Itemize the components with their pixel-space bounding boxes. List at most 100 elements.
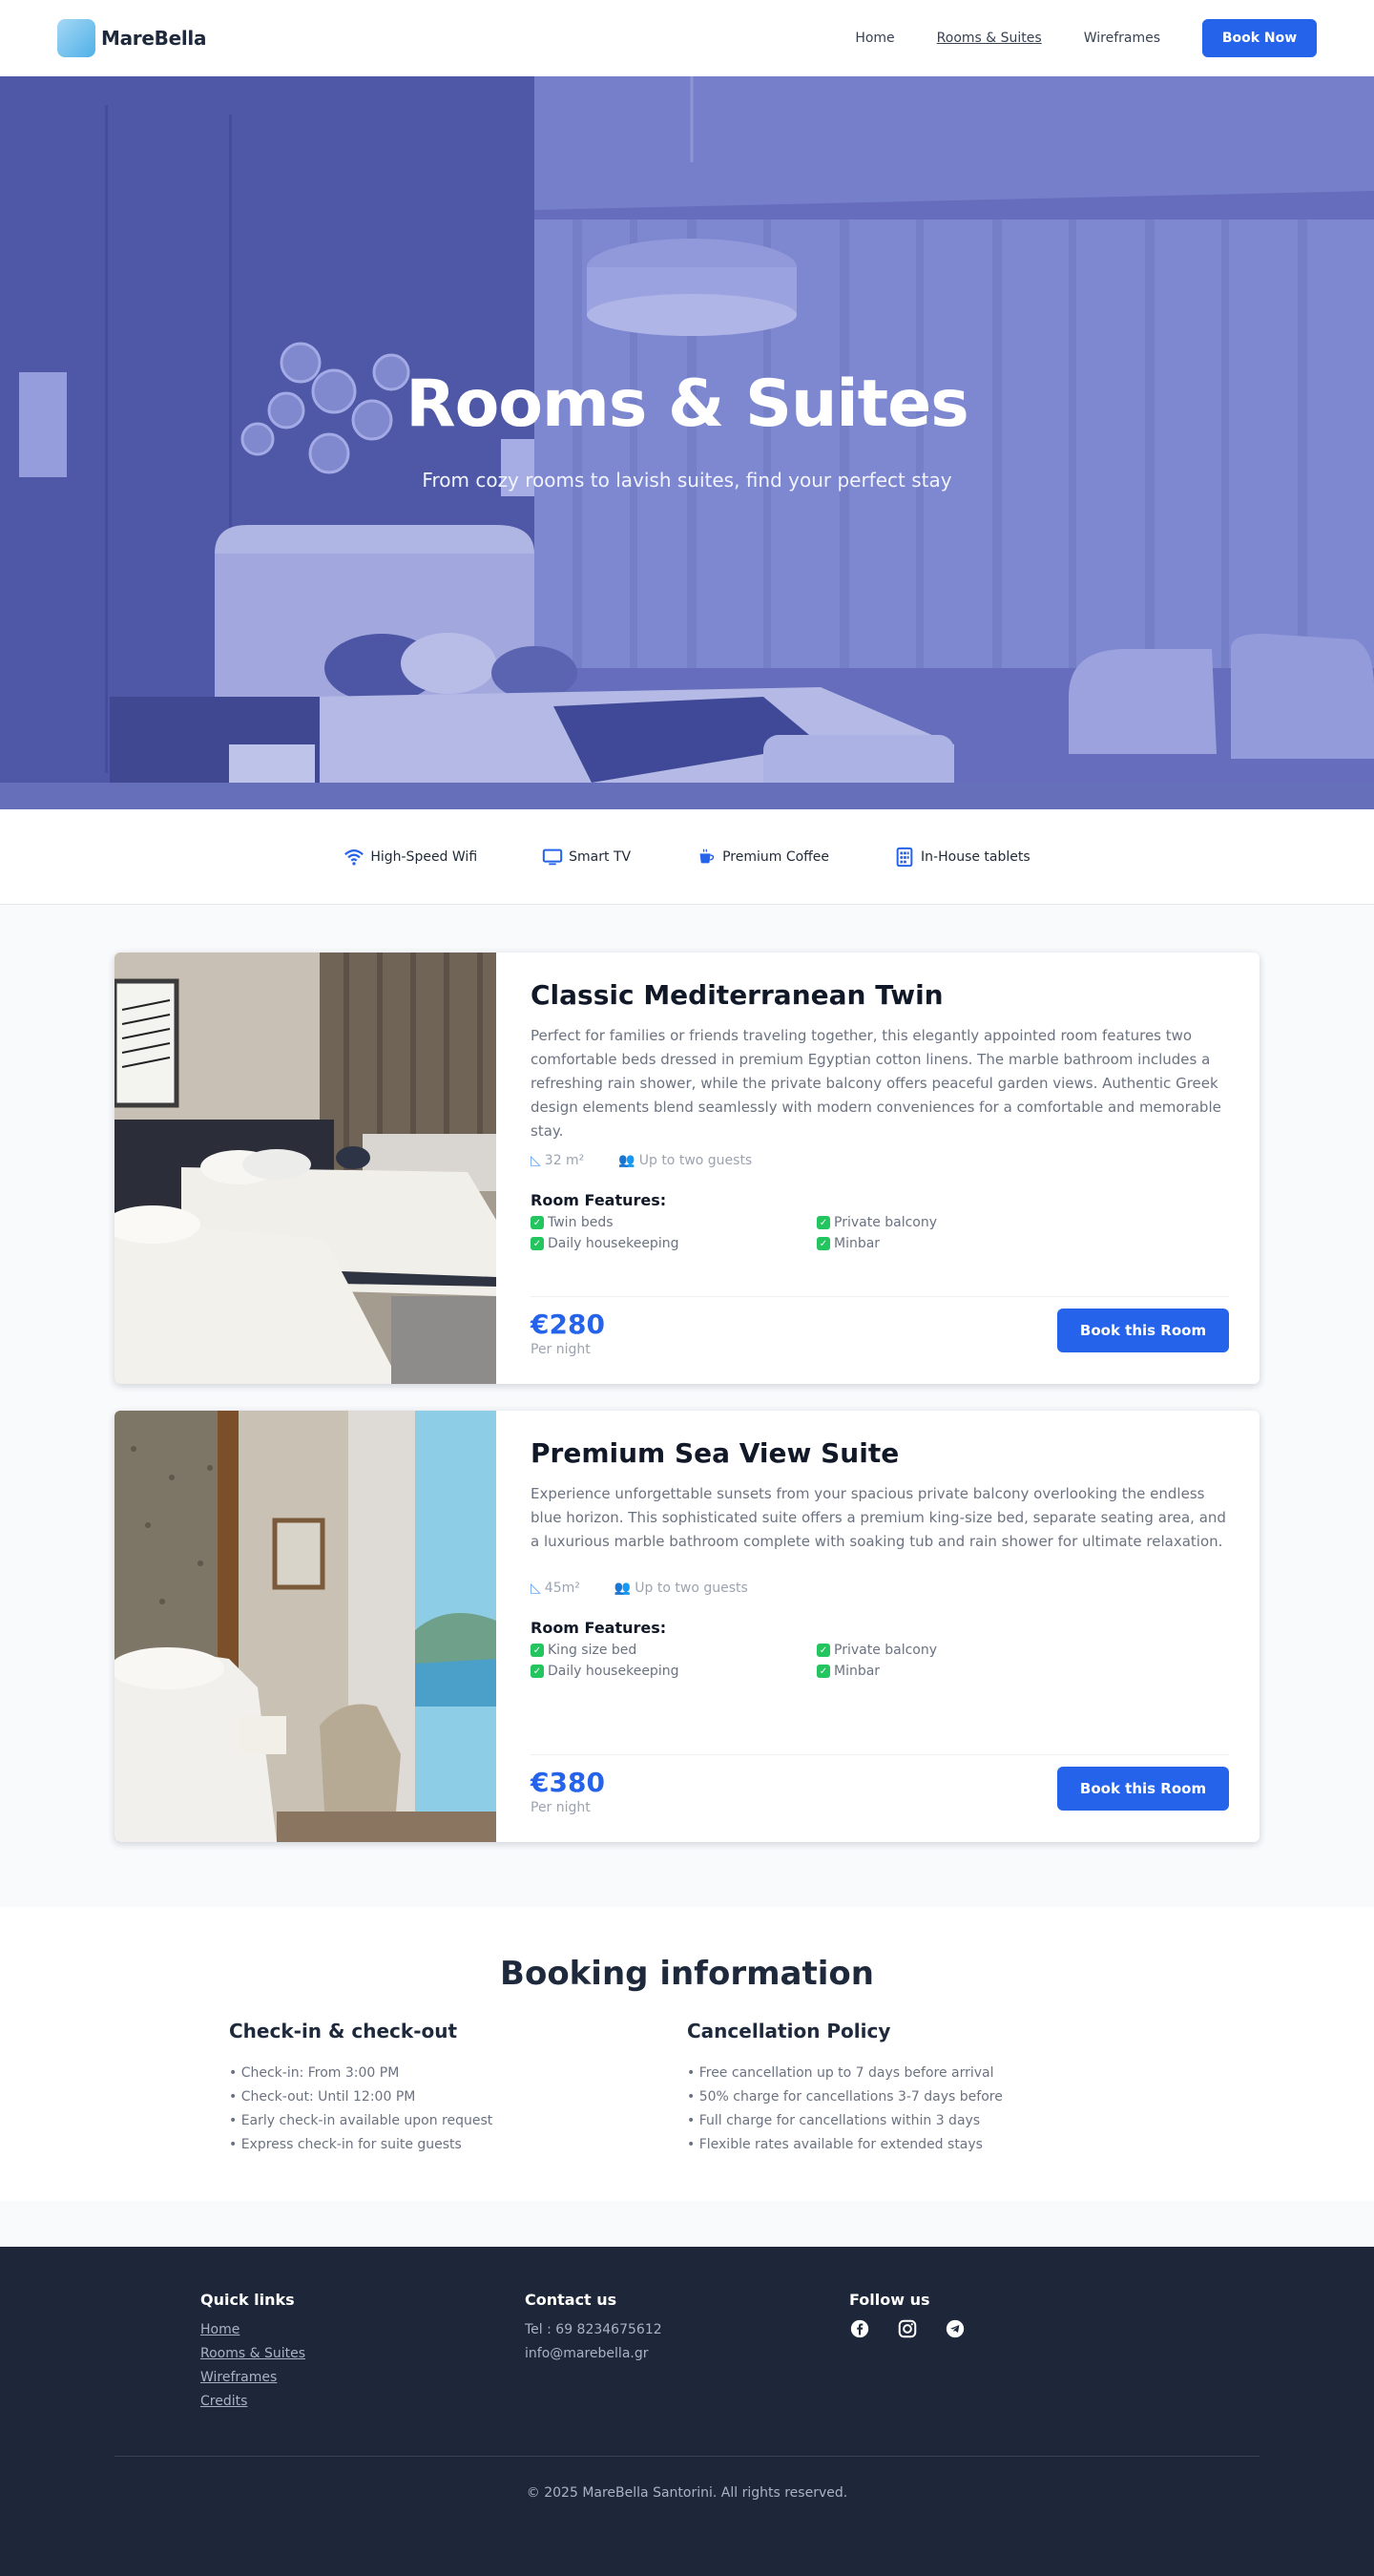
room-meta: ◺ 45m² 👥 Up to two guests [531,1581,1229,1596]
logo-icon [57,19,95,57]
feature-label: King size bed [548,1643,637,1658]
ruler-icon: ◺ [531,1153,541,1168]
footer-link-wireframes[interactable]: Wireframes [200,2366,525,2390]
check-icon: ✓ [531,1644,544,1657]
quick-links-title: Quick links [200,2291,295,2309]
check-icon: ✓ [531,1237,544,1250]
brand-name: MareBella [101,27,207,50]
book-room-button[interactable]: Book this Room [1057,1309,1229,1352]
contact-us: Contact us Tel : 69 8234675612 info@mare… [525,2291,849,2414]
room-description: Experience unforgettable sunsets from yo… [531,1485,1226,1550]
site-footer: Quick links Home Rooms & Suites Wirefram… [0,2247,1374,2576]
feature-label: Twin beds [548,1215,614,1230]
amenity-label: Smart TV [569,848,632,865]
feature-label: Minbar [834,1664,881,1679]
footer-link-rooms[interactable]: Rooms & Suites [200,2342,525,2366]
room-price: €380 [531,1767,605,1798]
features-title: Room Features: [531,1191,667,1209]
quick-links: Quick links Home Rooms & Suites Wirefram… [200,2291,525,2414]
list-item: • Express check-in for suite guests [229,2137,462,2152]
amenity-tv: Smart TV [542,847,631,868]
room-title: Classic Mediterranean Twin [531,979,944,1011]
hero-subtitle: From cozy rooms to lavish suites, find y… [422,468,952,492]
room-card-sea-view-suite: Premium Sea View Suite Experience unforg… [114,1411,1260,1842]
list-item: • Flexible rates available for extended … [687,2137,983,2152]
nav-home[interactable]: Home [855,31,894,46]
main-nav: Home Rooms & Suites Wireframes Book Now [855,19,1317,57]
list-item: • 50% charge for cancellations 3-7 days … [687,2089,1003,2105]
facebook-icon[interactable] [849,2318,870,2339]
suite-room-photo [114,1411,496,1842]
feature-label: Daily housekeeping [548,1236,679,1251]
telegram-icon[interactable] [945,2318,966,2339]
room-description: Perfect for families or friends travelin… [531,1027,1221,1140]
nav-wireframes[interactable]: Wireframes [1084,31,1160,46]
features-title: Room Features: [531,1619,667,1637]
room-footer: €380 Per night Book this Room [531,1754,1229,1815]
guests-icon: 👥 [614,1581,632,1596]
instagram-icon[interactable] [897,2318,918,2339]
amenity-wifi: High-Speed Wifi [344,847,477,868]
feature-label: Daily housekeeping [548,1664,679,1679]
room-size: 32 m² [544,1153,585,1168]
amenity-coffee: Premium Coffee [696,847,829,868]
feature-label: Private balcony [834,1643,938,1658]
copyright: © 2025 MareBella Santorini. All rights r… [526,2485,848,2501]
footer-link-home[interactable]: Home [200,2318,525,2342]
check-icon: ✓ [531,1216,544,1229]
features-list: ✓ King size bed ✓ Private balcony ✓ Daily h… [531,1643,1229,1679]
wifi-icon [344,848,364,866]
tablet-icon [896,847,913,867]
amenities-bar: High-Speed Wifi Smart TV Premium Coffee … [0,809,1374,905]
room-guests: Up to two guests [635,1581,748,1596]
logo[interactable]: MareBella [57,19,206,57]
room-title: Premium Sea View Suite [531,1437,900,1469]
room-size: 45m² [544,1581,580,1596]
follow-title: Follow us [849,2291,930,2309]
booking-title: Booking information [500,1955,874,1993]
list-item: • Free cancellation up to 7 days before … [687,2065,994,2081]
booking-info: Booking information Check-in & check-out… [0,1907,1374,2201]
guests-icon: 👥 [618,1153,635,1168]
rooms-list: Classic Mediterranean Twin Perfect for f… [0,905,1374,1907]
book-now-button[interactable]: Book Now [1202,19,1317,57]
hero-banner: Rooms & Suites From cozy rooms to lavish… [0,76,1374,809]
check-icon: ✓ [817,1237,830,1250]
check-icon: ✓ [817,1216,830,1229]
nav-rooms-suites[interactable]: Rooms & Suites [937,31,1042,46]
checkin-section: Check-in & check-out • Check-in: From 3:… [229,2020,687,2157]
contact-title: Contact us [525,2291,617,2309]
book-room-button[interactable]: Book this Room [1057,1767,1229,1811]
tv-icon [542,848,563,865]
per-night-label: Per night [531,1800,591,1815]
amenity-label: In-House tablets [921,848,1030,865]
feature-label: Private balcony [834,1215,938,1230]
coffee-icon [699,848,715,863]
checkin-title: Check-in & check-out [229,2020,458,2042]
check-icon: ✓ [817,1644,830,1657]
check-icon: ✓ [531,1665,544,1678]
contact-phone: Tel : 69 8234675612 [525,2322,662,2337]
room-card-classic-twin: Classic Mediterranean Twin Perfect for f… [114,953,1260,1384]
follow-us: Follow us [849,2291,1174,2414]
list-item: • Check-out: Until 12:00 PM [229,2089,416,2105]
room-price: €280 [531,1309,605,1340]
list-item: • Check-in: From 3:00 PM [229,2065,400,2081]
room-footer: €280 Per night Book this Room [531,1296,1229,1357]
per-night-label: Per night [531,1342,591,1357]
cancellation-title: Cancellation Policy [687,2020,891,2042]
cancellation-section: Cancellation Policy • Free cancellation … [687,2020,1145,2157]
check-icon: ✓ [817,1665,830,1678]
contact-email: info@marebella.gr [525,2346,649,2361]
amenity-label: High-Speed Wifi [370,848,478,865]
room-meta: ◺ 32 m² 👥 Up to two guests [531,1153,1229,1168]
amenity-label: Premium Coffee [722,848,830,865]
room-guests: Up to two guests [638,1153,753,1168]
features-list: ✓ Twin beds ✓ Private balcony ✓ Daily house… [531,1215,1229,1251]
page-title: Rooms & Suites [406,366,969,442]
footer-link-credits[interactable]: Credits [200,2390,525,2414]
amenity-tablets: In-House tablets [894,847,1030,868]
feature-label: Minbar [834,1236,881,1251]
list-item: • Early check-in available upon request [229,2113,493,2128]
twin-room-photo [114,953,496,1384]
